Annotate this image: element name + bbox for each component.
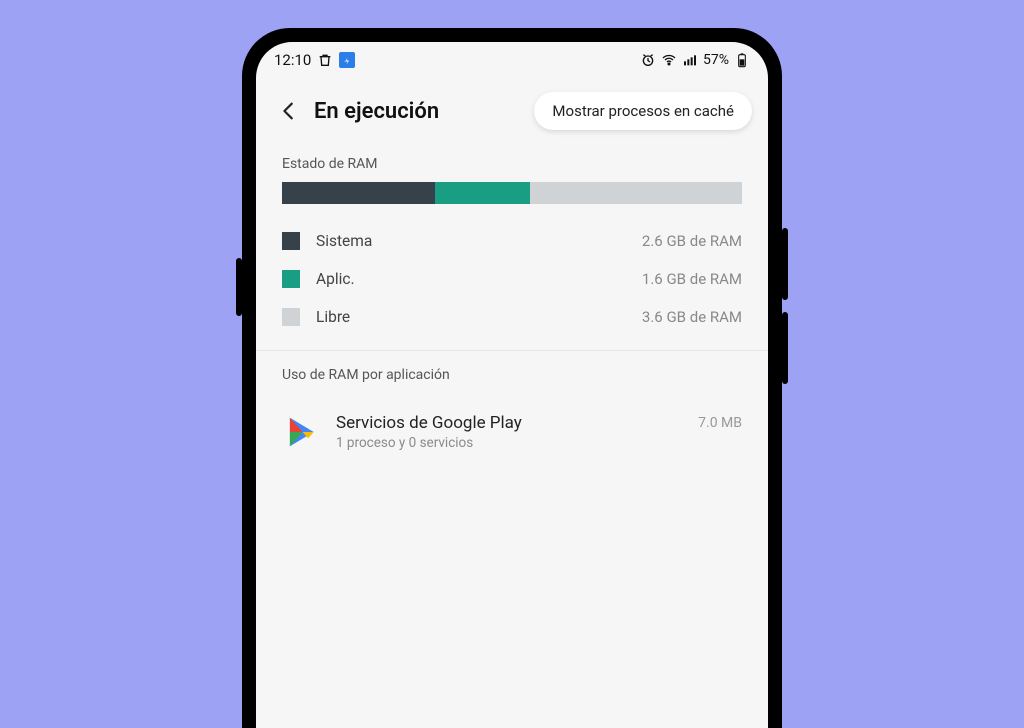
legend-label: Libre [316, 308, 350, 326]
ram-bar-segment-system [282, 182, 435, 204]
legend-value: 1.6 GB de RAM [642, 270, 742, 288]
page-title: En ejecución [314, 99, 439, 124]
app-name: Servicios de Google Play [336, 413, 522, 433]
battery-icon [734, 52, 750, 68]
app-subtitle: 1 proceso y 0 servicios [336, 435, 522, 451]
alarm-icon [640, 52, 656, 68]
ram-state-label: Estado de RAM [256, 150, 768, 182]
legend-swatch [282, 270, 300, 288]
legend-row-apps: Aplic. 1.6 GB de RAM [282, 260, 742, 298]
legend-row-free: Libre 3.6 GB de RAM [282, 298, 742, 336]
app-size: 7.0 MB [698, 415, 742, 431]
page-header: En ejecución Mostrar procesos en caché [256, 78, 768, 150]
status-bar: 12:10 57% [256, 42, 768, 78]
legend-swatch [282, 232, 300, 250]
legend-value: 3.6 GB de RAM [642, 308, 742, 326]
app-status-icon [339, 52, 355, 68]
legend-value: 2.6 GB de RAM [642, 232, 742, 250]
app-row[interactable]: Servicios de Google Play 1 proceso y 0 se… [282, 399, 742, 465]
signal-icon [682, 52, 698, 68]
google-play-services-icon [282, 413, 320, 451]
chevron-left-icon [278, 100, 300, 122]
legend-row-system: Sistema 2.6 GB de RAM [282, 222, 742, 260]
legend-label: Aplic. [316, 270, 355, 288]
app-list: Servicios de Google Play 1 proceso y 0 se… [256, 393, 768, 465]
ram-legend: Sistema 2.6 GB de RAM Aplic. 1.6 GB de RAM L… [256, 222, 768, 336]
legend-swatch [282, 308, 300, 326]
battery-pct: 57% [703, 52, 729, 68]
ram-usage-bar [282, 182, 742, 204]
status-time: 12:10 [274, 51, 311, 69]
legend-label: Sistema [316, 232, 372, 250]
ram-bar-segment-free [530, 182, 742, 204]
ram-by-app-label: Uso de RAM por aplicación [256, 351, 768, 393]
wifi-icon [661, 52, 677, 68]
back-button[interactable] [272, 94, 306, 128]
trash-status-icon [317, 52, 333, 68]
ram-bar-segment-apps [435, 182, 529, 204]
show-cached-processes-chip[interactable]: Mostrar procesos en caché [534, 92, 752, 130]
